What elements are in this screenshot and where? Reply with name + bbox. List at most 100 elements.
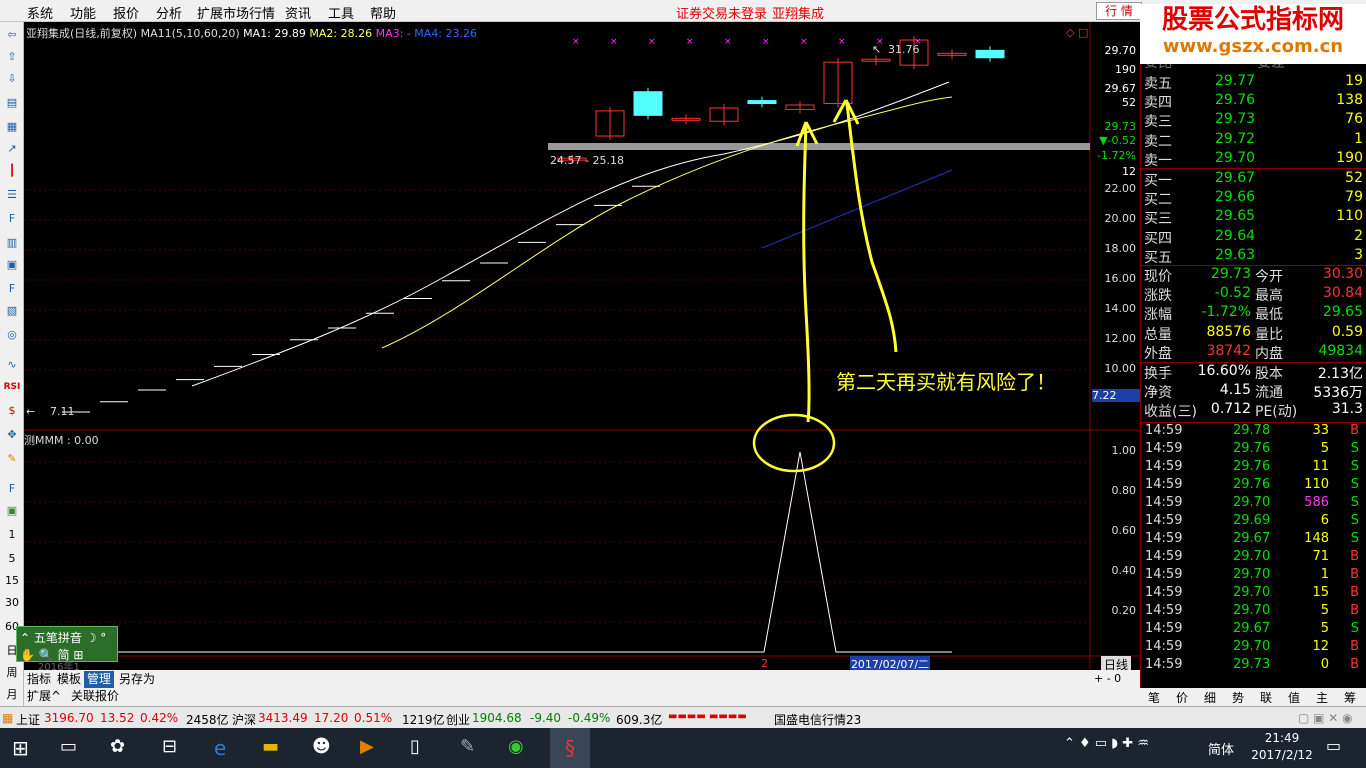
pen-icon[interactable]: ✎ [3, 450, 21, 468]
doc-icon[interactable]: ▣ [3, 256, 21, 274]
menu-system[interactable]: 系统 [27, 3, 53, 22]
file-icon[interactable]: ▯ [410, 736, 436, 760]
fund-row[interactable]: 换手 16.60% 股本 2.13亿 [1141, 363, 1366, 382]
clock-date[interactable]: 2017/2/12 [1248, 748, 1316, 762]
buy-order-row[interactable]: 买一 29.67 52 [1141, 170, 1366, 189]
fund-row[interactable]: 净资 4.15 流通 5336万 [1141, 382, 1366, 401]
stat-row[interactable]: 现价 29.73 今开 30.30 [1141, 266, 1366, 285]
tick-row[interactable]: 14:59 29.70 586 S [1141, 495, 1366, 513]
tray-icons[interactable]: ⌃ ♦ ▭ ◗ ✚ ♒ [1064, 736, 1184, 760]
status-icons[interactable]: ▢ ▣ ✕ ◉ [1298, 711, 1353, 725]
stat-row[interactable]: 涨跌 -0.52 最高 30.84 [1141, 285, 1366, 304]
menu-help[interactable]: 帮助 [370, 3, 396, 22]
tab-extend[interactable]: 扩展^ [24, 688, 64, 705]
clock-icon[interactable]: ◎ [3, 326, 21, 344]
right-tab[interactable]: 筹 [1336, 689, 1364, 706]
menu-quote[interactable]: 报价 [113, 3, 139, 22]
stat-row[interactable]: 外盘 38742 内盘 49834 [1141, 343, 1366, 362]
tick-row[interactable]: 14:59 29.76 110 S [1141, 477, 1366, 495]
period-1min[interactable]: 1 [3, 526, 21, 544]
ime-toolbar[interactable]: ⌃ 五笔拼音 ☽ ° ✋ 🔍 简 ⊞ [16, 626, 118, 662]
tab-template[interactable]: 模板 [54, 671, 84, 688]
edge-icon[interactable]: e [214, 736, 240, 760]
clock-time[interactable]: 21:49 [1252, 731, 1312, 745]
stat-row[interactable]: 总量 88576 量比 0.59 [1141, 324, 1366, 343]
right-tab[interactable]: 值 [1280, 689, 1308, 706]
chart-settings-icon[interactable]: ◇ □ [1066, 26, 1088, 39]
right-tab[interactable]: 细 [1196, 689, 1224, 706]
right-tab[interactable]: 势 [1224, 689, 1252, 706]
f5-icon[interactable]: F [3, 480, 21, 498]
explorer-icon[interactable]: ▬ [262, 736, 288, 760]
tick-row[interactable]: 14:59 29.73 0 B [1141, 657, 1366, 675]
menu-tools[interactable]: 工具 [328, 3, 354, 22]
input-lang[interactable]: 简体 [1208, 739, 1238, 763]
stat-row[interactable]: 涨幅 -1.72% 最低 29.65 [1141, 304, 1366, 323]
back-arrow-icon[interactable]: ⇦ [3, 26, 21, 44]
browser-icon[interactable]: ◉ [508, 736, 534, 760]
tick-row[interactable]: 14:59 29.70 12 B [1141, 639, 1366, 657]
app1-icon[interactable]: ✿ [110, 736, 136, 760]
sell-order-row[interactable]: 卖二 29.72 1 [1141, 131, 1366, 150]
menu-analysis[interactable]: 分析 [156, 3, 182, 22]
sell-order-row[interactable]: 卖五 29.77 19 [1141, 73, 1366, 92]
tab-indicator[interactable]: 指标 [24, 671, 54, 688]
line-chart-icon[interactable]: ↗ [3, 140, 21, 158]
qq-icon[interactable]: ☻ [312, 736, 338, 760]
kline-chart-svg[interactable]: × × × × × × × × × × ↖ 31.76 ← 7.11 24.57 - 25.18 [24, 22, 1140, 670]
tab-save-as[interactable]: 另存为 [116, 671, 158, 688]
notification-icon[interactable]: ▭ [1326, 736, 1352, 760]
period-15min[interactable]: 15 [3, 572, 21, 590]
menu-extended-market[interactable]: 扩展市场行情 [197, 3, 275, 22]
tick-row[interactable]: 14:59 29.76 5 S [1141, 441, 1366, 459]
menu-function[interactable]: 功能 [70, 3, 96, 22]
fund-row[interactable]: 收益(三) 0.712 PE(动) 31.3 [1141, 401, 1366, 420]
tick-row[interactable]: 14:59 29.78 33 B [1141, 423, 1366, 441]
candle-icon[interactable]: ┃ [3, 162, 21, 180]
report-icon[interactable]: ▤ [3, 94, 21, 112]
list-icon[interactable]: ☰ [3, 186, 21, 204]
table-icon[interactable]: ▥ [3, 234, 21, 252]
tab-related-quote[interactable]: 关联报价 [68, 688, 122, 705]
rsi-icon[interactable]: RSI [3, 378, 21, 396]
menu-news[interactable]: 资讯 [285, 3, 311, 22]
period-5min[interactable]: 5 [3, 550, 21, 568]
quote-tab-button[interactable]: 行 情 [1096, 2, 1142, 20]
buy-order-row[interactable]: 买五 29.63 3 [1141, 247, 1366, 266]
status-menu-icon[interactable]: ▦ [2, 711, 13, 725]
media-icon[interactable]: ▶ [360, 736, 386, 760]
money-icon[interactable]: $ [3, 402, 21, 420]
right-tab[interactable]: 笔 [1140, 689, 1168, 706]
f12-icon[interactable]: F [3, 280, 21, 298]
pattern-icon[interactable]: ▧ [3, 302, 21, 320]
right-tab[interactable]: 主 [1308, 689, 1336, 706]
period-month[interactable]: 月 [3, 686, 21, 704]
grid-icon[interactable]: ▦ [3, 118, 21, 136]
sell-order-row[interactable]: 卖四 29.76 138 [1141, 92, 1366, 111]
buy-order-row[interactable]: 买三 29.65 110 [1141, 208, 1366, 227]
period-30min[interactable]: 30 [3, 594, 21, 612]
tick-row[interactable]: 14:59 29.67 5 S [1141, 621, 1366, 639]
zoom-controls[interactable]: + - 0 [1094, 672, 1121, 685]
trade-login-notice[interactable]: 证券交易未登录 [676, 3, 767, 22]
buy-order-row[interactable]: 买二 29.66 79 [1141, 189, 1366, 208]
tick-row[interactable]: 14:59 29.76 11 S [1141, 459, 1366, 477]
ime-tools[interactable]: ✋ 🔍 简 ⊞ [20, 646, 83, 663]
tick-row[interactable]: 14:59 29.69 6 S [1141, 513, 1366, 531]
kline-chart-panel[interactable]: × × × × × × × × × × ↖ 31.76 ← 7.11 24.57 - 25.18 … [24, 22, 1140, 685]
ime-mode[interactable]: ⌃ 五笔拼音 ☽ ° [20, 629, 106, 646]
task-view-icon[interactable]: ▭ [60, 736, 86, 760]
tick-row[interactable]: 14:59 29.70 1 B [1141, 567, 1366, 585]
wave-icon[interactable]: ∿ [3, 356, 21, 374]
green-square-icon[interactable]: ▣ [3, 502, 21, 520]
server-status[interactable]: 国盛电信行情23 [774, 711, 861, 728]
windows-start-icon[interactable]: ⊞ [12, 736, 38, 760]
down-arrow-icon[interactable]: ⇩ [3, 70, 21, 88]
right-tab[interactable]: 价 [1168, 689, 1196, 706]
sell-order-row[interactable]: 卖一 29.70 190 [1141, 150, 1366, 169]
period-week[interactable]: 周 [3, 664, 21, 682]
tick-row[interactable]: 14:59 29.70 15 B [1141, 585, 1366, 603]
tick-row[interactable]: 14:59 29.70 5 B [1141, 603, 1366, 621]
up-arrow-icon[interactable]: ⇧ [3, 48, 21, 66]
tab-manage[interactable]: 管理 [84, 671, 115, 688]
